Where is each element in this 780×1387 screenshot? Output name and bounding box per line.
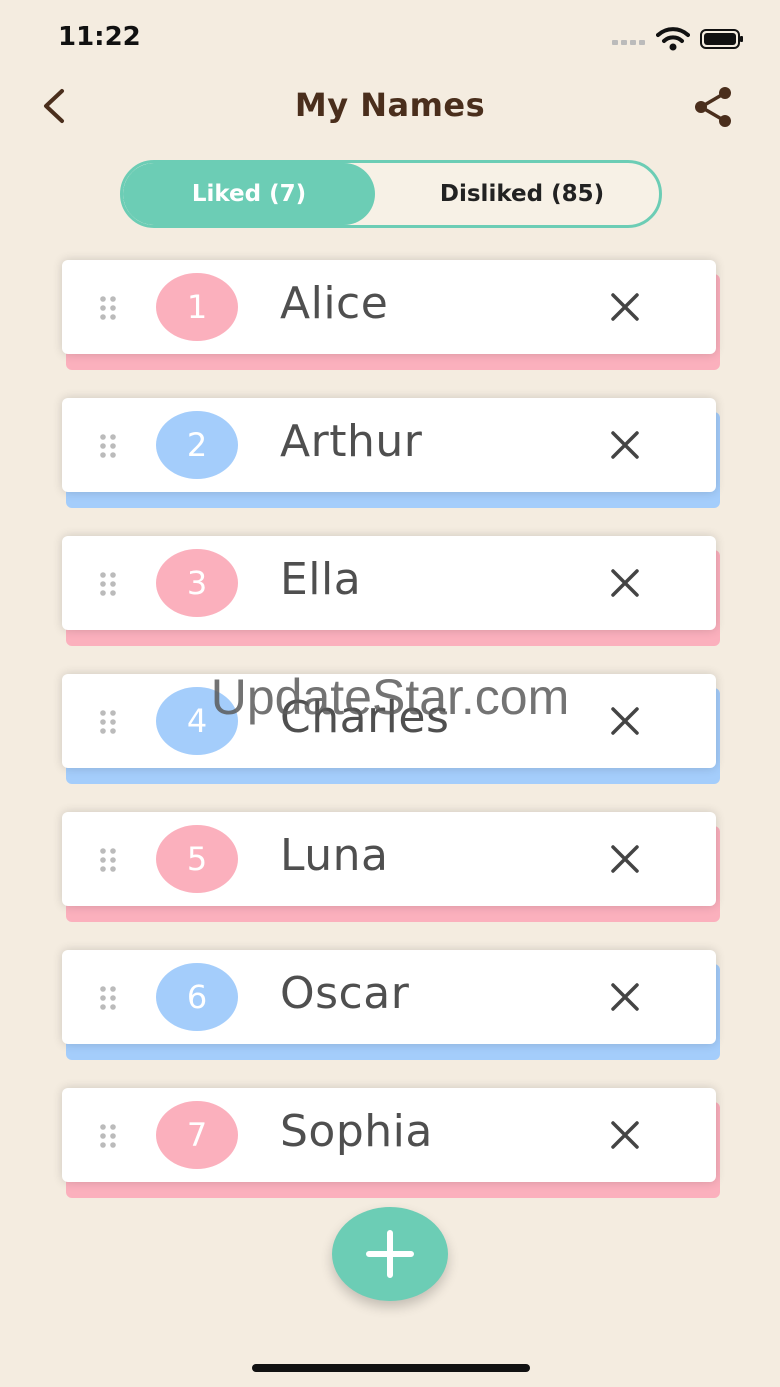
status-time: 11:22 xyxy=(58,22,141,52)
drag-handle-icon[interactable] xyxy=(98,295,120,321)
name-label: Ella xyxy=(280,554,362,605)
drag-handle-icon[interactable] xyxy=(98,433,120,459)
list-item[interactable]: 3 Ella xyxy=(62,536,720,648)
rank-badge: 5 xyxy=(156,825,238,893)
status-bar: 11:22 xyxy=(0,0,780,80)
watermark-text: UpdateStar.com xyxy=(210,669,570,725)
rank-badge: 7 xyxy=(156,1101,238,1169)
name-label: Sophia xyxy=(280,1106,433,1157)
top-bar: My Names xyxy=(0,72,780,142)
rank-badge: 6 xyxy=(156,963,238,1031)
name-label: Luna xyxy=(280,830,389,881)
battery-icon xyxy=(700,29,743,49)
liked-disliked-toggle: Liked (7) Disliked (85) xyxy=(120,160,662,228)
plus-icon xyxy=(366,1230,414,1278)
name-card[interactable]: 5 Luna xyxy=(62,812,716,906)
name-label: Oscar xyxy=(280,968,410,1019)
wifi-icon xyxy=(656,27,690,51)
remove-icon[interactable] xyxy=(608,842,642,876)
name-card[interactable]: 6 Oscar xyxy=(62,950,716,1044)
name-card[interactable]: 7 Sophia xyxy=(62,1088,716,1182)
remove-icon[interactable] xyxy=(608,566,642,600)
name-card[interactable]: 2 Arthur xyxy=(62,398,716,492)
remove-icon[interactable] xyxy=(608,428,642,462)
page-title: My Names xyxy=(294,86,486,124)
cellular-signal-icon xyxy=(612,40,648,46)
list-item[interactable]: 6 Oscar xyxy=(62,950,720,1062)
tab-liked[interactable]: Liked (7) xyxy=(123,163,375,225)
remove-icon[interactable] xyxy=(608,290,642,324)
name-label: Alice xyxy=(280,278,389,329)
list-item[interactable]: 1 Alice xyxy=(62,260,720,372)
share-button[interactable] xyxy=(690,84,736,130)
home-indicator[interactable] xyxy=(252,1364,530,1372)
remove-icon[interactable] xyxy=(608,980,642,1014)
drag-handle-icon[interactable] xyxy=(98,985,120,1011)
list-item[interactable]: 2 Arthur xyxy=(62,398,720,510)
rank-badge: 3 xyxy=(156,549,238,617)
name-label: Arthur xyxy=(280,416,423,467)
name-card[interactable]: 3 Ella xyxy=(62,536,716,630)
drag-handle-icon[interactable] xyxy=(98,1123,120,1149)
name-card[interactable]: 1 Alice xyxy=(62,260,716,354)
drag-handle-icon[interactable] xyxy=(98,571,120,597)
rank-badge: 2 xyxy=(156,411,238,479)
remove-icon[interactable] xyxy=(608,1118,642,1152)
list-item[interactable]: 7 Sophia xyxy=(62,1088,720,1200)
tab-disliked[interactable]: Disliked (85) xyxy=(385,163,659,225)
list-item[interactable]: 5 Luna xyxy=(62,812,720,924)
add-name-button[interactable] xyxy=(332,1207,448,1301)
drag-handle-icon[interactable] xyxy=(98,847,120,873)
rank-badge: 1 xyxy=(156,273,238,341)
